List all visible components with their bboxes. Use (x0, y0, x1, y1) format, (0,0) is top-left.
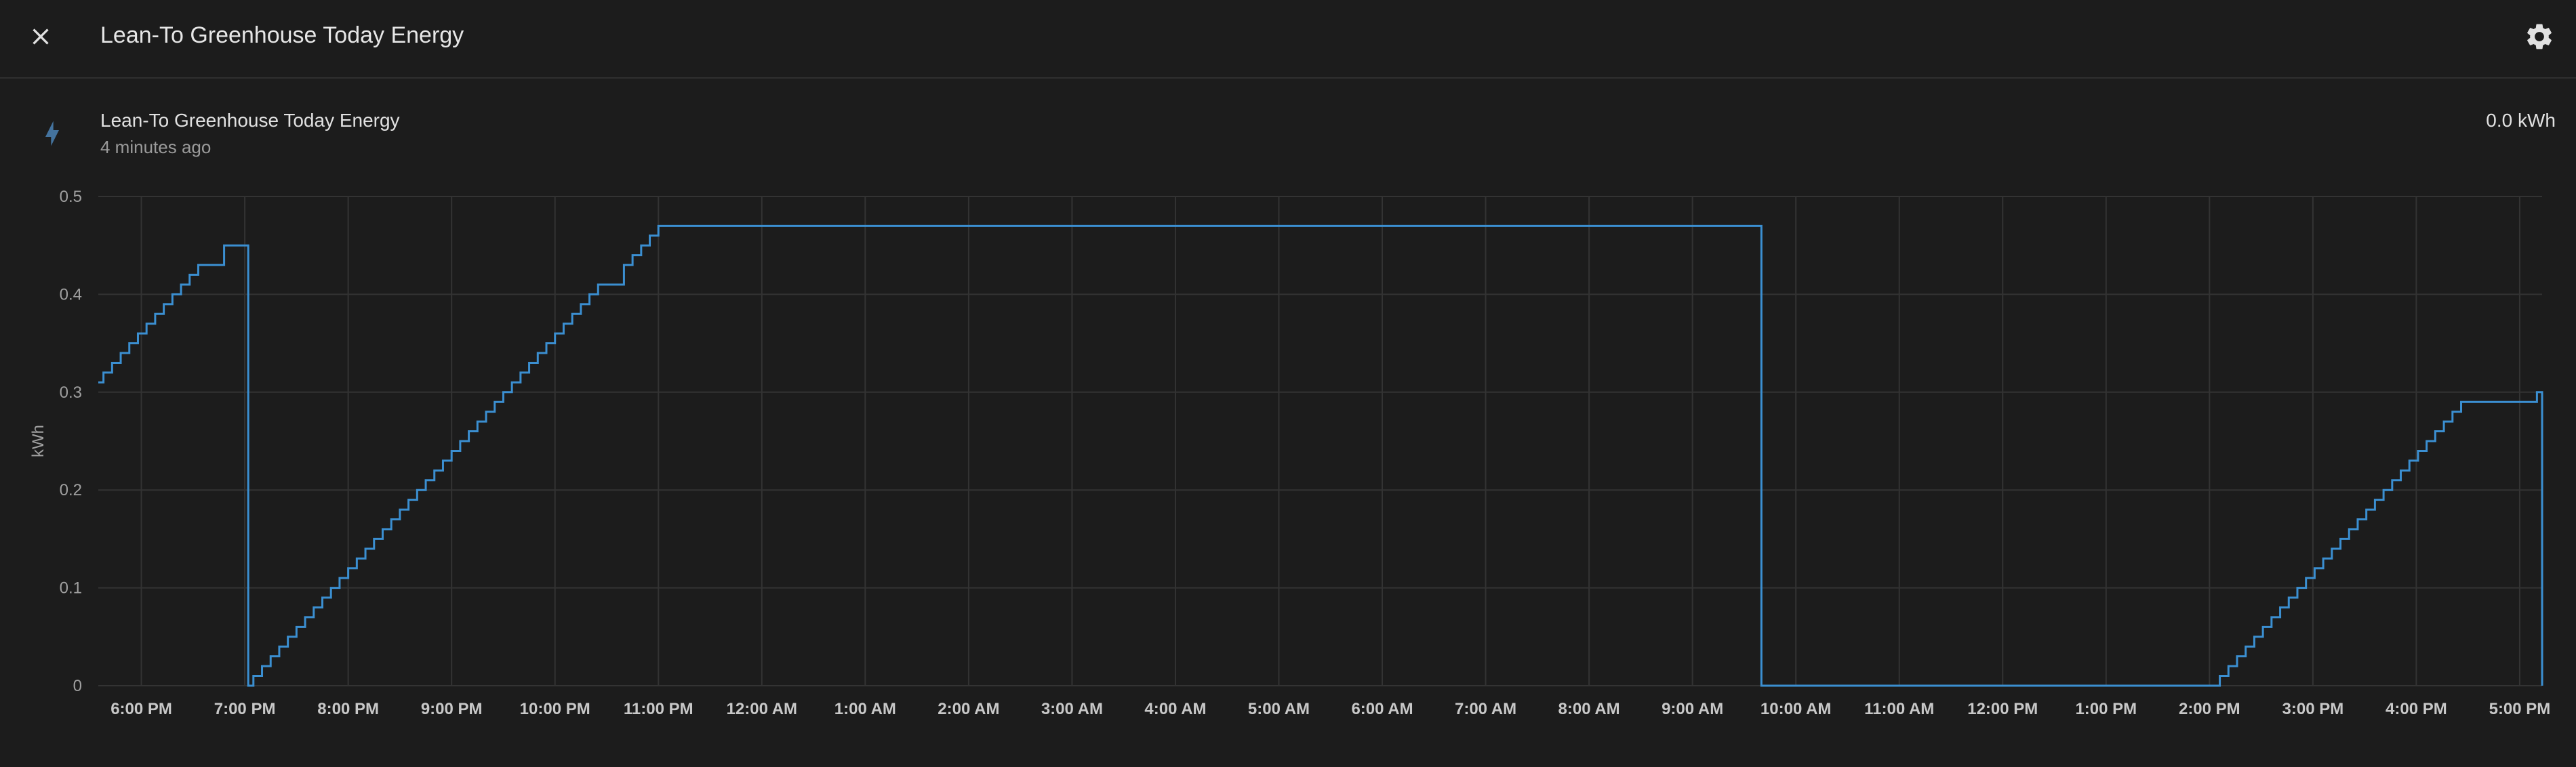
x-tick-label: 1:00 AM (834, 700, 896, 718)
x-tick-label: 4:00 AM (1144, 700, 1206, 718)
y-tick-label: 0.3 (60, 384, 82, 402)
x-tick-label: 2:00 PM (2179, 700, 2240, 718)
x-tick-label: 11:00 AM (1864, 700, 1934, 718)
x-tick-label: 9:00 PM (421, 700, 483, 718)
y-tick-label: 0.2 (60, 481, 82, 499)
x-tick-label: 2:00 AM (938, 700, 999, 718)
x-tick-label: 12:00 AM (727, 700, 797, 718)
y-tick-label: 0 (73, 677, 82, 695)
x-tick-label: 8:00 PM (317, 700, 379, 718)
x-tick-label: 10:00 AM (1760, 700, 1831, 718)
x-tick-label: 6:00 AM (1351, 700, 1413, 718)
close-icon (33, 28, 49, 45)
x-tick-label: 11:00 PM (624, 700, 693, 718)
history-chart[interactable]: 0 0.1 0.2 0.3 0.4 0.5 6:00 PM 7:00 PM 8:00 PM 9:0… (0, 178, 2576, 747)
dialog-header: Lean-To Greenhouse Today Energy (0, 0, 2576, 79)
x-tick-label: 3:00 PM (2282, 700, 2344, 718)
x-tick-label: 1:00 PM (2075, 700, 2137, 718)
y-tick-label: 0.4 (60, 285, 82, 304)
entity-icon-wrap (35, 117, 69, 150)
x-tick-label: 3:00 AM (1041, 700, 1103, 718)
x-tick-label: 7:00 AM (1455, 700, 1516, 718)
x-tick-label: 8:00 AM (1558, 700, 1620, 718)
x-tick-label: 5:00 PM (2489, 700, 2551, 718)
entity-row[interactable]: Lean-To Greenhouse Today Energy 4 minute… (0, 102, 2576, 163)
x-tick-label: 10:00 PM (520, 700, 590, 718)
dialog-title: Lean-To Greenhouse Today Energy (100, 22, 464, 48)
x-tick-label: 5:00 AM (1248, 700, 1310, 718)
close-button[interactable] (14, 9, 68, 64)
entity-state: 0.0 kWh (2486, 110, 2556, 131)
gear-icon (2527, 24, 2552, 49)
history-dialog: Lean-To Greenhouse Today Energy Lean-To … (0, 0, 2576, 767)
x-tick-label: 12:00 PM (1967, 700, 2038, 718)
y-tick-label: 0.1 (60, 579, 82, 598)
y-tick-label: 0.5 (60, 188, 82, 206)
x-tick-label: 7:00 PM (214, 700, 276, 718)
settings-button[interactable] (2512, 9, 2567, 64)
entity-last-changed: 4 minutes ago (100, 137, 212, 157)
lightning-bolt-icon (45, 121, 59, 146)
entity-name: Lean-To Greenhouse Today Energy (100, 110, 400, 131)
x-tick-label: 4:00 PM (2386, 700, 2447, 718)
y-axis-label: kWh (29, 425, 47, 457)
x-tick-label: 9:00 AM (1662, 700, 1723, 718)
x-tick-label: 6:00 PM (110, 700, 172, 718)
